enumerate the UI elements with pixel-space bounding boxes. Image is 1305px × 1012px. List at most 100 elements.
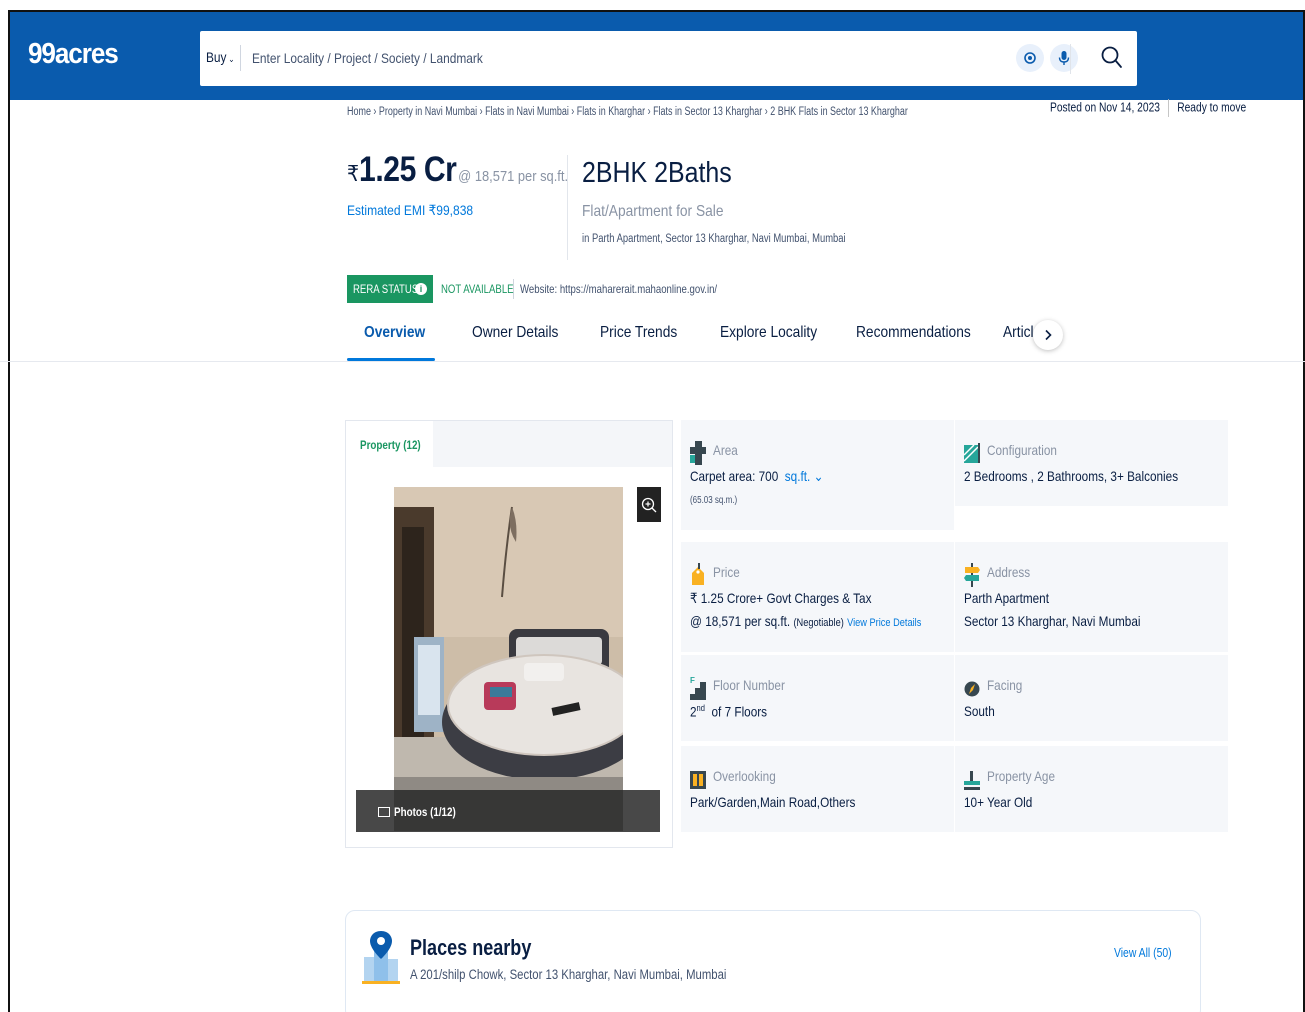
- view-all-places-link[interactable]: View All (50): [1114, 945, 1172, 960]
- property-details-grid: Area Carpet area: 700 sq.ft. ⌄ (65.03 sq…: [681, 420, 1229, 832]
- search-icon[interactable]: [1097, 43, 1127, 73]
- chevron-down-icon: ⌄: [228, 54, 235, 64]
- places-nearby-address: A 201/shilp Chowk, Sector 13 Kharghar, N…: [410, 967, 727, 982]
- detail-address: Address Parth Apartment Sector 13 Khargh…: [955, 542, 1228, 652]
- rera-status-label: RERA STATUS: [353, 282, 419, 296]
- configuration-icon: [964, 443, 980, 463]
- photos-count-bar[interactable]: Photos (1/12): [356, 790, 660, 832]
- negotiable-label: (Negotiable): [793, 617, 844, 629]
- detail-price: Price ₹ 1.25 Crore+ Govt Charges & Tax @…: [681, 542, 954, 652]
- price-label: Price: [713, 564, 740, 580]
- top-header: 99acres Buy ⌄: [10, 12, 1303, 100]
- detail-area: Area Carpet area: 700 sq.ft. ⌄ (65.03 sq…: [681, 420, 954, 530]
- zoom-button[interactable]: [637, 487, 661, 522]
- area-sqm: (65.03 sq.m.): [690, 495, 738, 506]
- rera-row: RERA STATUS i NOT AVAILABLE Website: htt…: [347, 275, 766, 303]
- photo-icon: [378, 807, 390, 817]
- configuration-label: Configuration: [987, 442, 1057, 458]
- price-per-sqft-detail: @ 18,571 per sq.ft.: [690, 613, 791, 629]
- view-price-details-link[interactable]: View Price Details: [847, 617, 921, 629]
- map-pin-city-icon: [362, 931, 400, 984]
- tab-explore-locality[interactable]: Explore Locality: [720, 324, 817, 342]
- gallery-tab-bar: Property (12): [346, 421, 672, 467]
- bedroom-photo-image: [394, 487, 623, 831]
- posted-divider: [1168, 99, 1170, 117]
- detail-facing: Facing South: [955, 655, 1228, 741]
- window-icon: [690, 771, 706, 789]
- area-label: Area: [713, 442, 738, 458]
- detail-configuration: Configuration 2 Bedrooms , 2 Bathrooms, …: [955, 420, 1228, 506]
- total-floors: of 7 Floors: [711, 703, 768, 720]
- site-logo[interactable]: 99acres: [28, 38, 119, 71]
- rera-value: NOT AVAILABLE: [441, 282, 514, 296]
- svg-text:F: F: [690, 676, 695, 685]
- location-target-icon: [1024, 52, 1036, 64]
- chevron-right-icon: [1045, 329, 1052, 341]
- property-age-label: Property Age: [987, 768, 1055, 784]
- tabs-divider: [0, 361, 1305, 362]
- tabs-next-button[interactable]: [1033, 320, 1063, 350]
- facing-value: South: [964, 703, 995, 719]
- breadcrumb[interactable]: Home › Property in Navi Mumbai › Flats i…: [347, 106, 908, 118]
- signpost-icon: [964, 563, 980, 587]
- detail-property-age: Property Age 10+ Year Old: [955, 746, 1228, 832]
- search-divider-2: [1070, 44, 1071, 74]
- property-location: in Parth Apartment, Sector 13 Kharghar, …: [582, 233, 846, 245]
- tab-articles[interactable]: Articl: [1003, 324, 1034, 342]
- tab-owner-details[interactable]: Owner Details: [472, 324, 558, 342]
- property-photo[interactable]: [394, 487, 623, 831]
- price-tag-icon: [692, 563, 704, 585]
- possession-status: Ready to move: [1177, 100, 1247, 115]
- buy-dropdown[interactable]: Buy ⌄: [206, 49, 235, 65]
- compass-icon: [964, 681, 980, 697]
- area-unit-dropdown[interactable]: sq.ft. ⌄: [785, 468, 824, 484]
- area-icon: [690, 441, 706, 465]
- property-type: Flat/Apartment for Sale: [582, 203, 724, 220]
- microphone-icon: [1058, 51, 1070, 65]
- location-button[interactable]: [1016, 44, 1044, 72]
- area-value: Carpet area: 700 sq.ft. ⌄: [690, 468, 823, 485]
- address-line-1: Parth Apartment: [964, 590, 1049, 606]
- rera-website: Website: https://maharerait.mahaonline.g…: [520, 282, 718, 296]
- price-divider: [567, 155, 568, 260]
- price-value: 1.25 Cr: [359, 150, 457, 189]
- section-tabs: Overview Owner Details Price Trends Expl…: [347, 316, 1067, 362]
- carpet-area-value: Carpet area: 700: [690, 468, 779, 484]
- photo-gallery: Property (12) Photos (1/12): [345, 420, 673, 848]
- buy-dropdown-label: Buy: [206, 49, 227, 65]
- floor-suffix: nd: [696, 703, 705, 713]
- search-divider: [240, 45, 241, 71]
- gallery-tab-property[interactable]: Property (12): [346, 421, 433, 467]
- search-bar: Buy ⌄: [200, 31, 1137, 86]
- area-unit-label: sq.ft.: [784, 468, 811, 484]
- price-line-2: @ 18,571 per sq.ft. (Negotiable) View Pr…: [690, 613, 921, 629]
- voice-search-button[interactable]: [1050, 44, 1078, 72]
- overlooking-value: Park/Garden,Main Road,Others: [690, 794, 856, 810]
- gallery-tab-label: Property (12): [360, 438, 421, 452]
- posted-date: Posted on Nov 14, 2023: [1050, 100, 1160, 115]
- detail-overlooking: Overlooking Park/Garden,Main Road,Others: [681, 746, 954, 832]
- address-label: Address: [987, 564, 1031, 580]
- search-input[interactable]: [252, 45, 847, 71]
- currency-symbol: ₹: [347, 161, 360, 186]
- posted-info: Posted on Nov 14, 2023 Ready to move: [1050, 99, 1246, 117]
- tab-price-trends[interactable]: Price Trends: [600, 324, 677, 342]
- building-age-icon: [964, 771, 980, 790]
- price-block: ₹1.25 Cr @ 18,571 per sq.ft.: [347, 150, 568, 190]
- address-line-2: Sector 13 Kharghar, Navi Mumbai: [964, 613, 1141, 629]
- places-nearby-title: Places nearby: [410, 935, 532, 960]
- property-age-value: 10+ Year Old: [964, 794, 1033, 810]
- tab-overview[interactable]: Overview: [364, 324, 425, 342]
- property-configuration: 2BHK 2Baths: [582, 157, 732, 189]
- photos-count-label: Photos (1/12): [394, 805, 456, 819]
- places-nearby-card: Places nearby A 201/shilp Chowk, Sector …: [345, 910, 1201, 1012]
- floor-label: Floor Number: [713, 677, 785, 693]
- overlooking-label: Overlooking: [713, 768, 776, 784]
- tab-recommendations[interactable]: Recommendations: [856, 324, 971, 342]
- rera-status-badge[interactable]: RERA STATUS i: [347, 275, 433, 303]
- zoom-in-icon: [641, 497, 657, 512]
- chevron-down-icon: ⌄: [813, 468, 824, 484]
- floor-stairs-icon: F: [690, 676, 706, 700]
- emi-link[interactable]: Estimated EMI ₹99,838: [347, 202, 473, 219]
- configuration-value: 2 Bedrooms , 2 Bathrooms, 3+ Balconies: [964, 468, 1179, 484]
